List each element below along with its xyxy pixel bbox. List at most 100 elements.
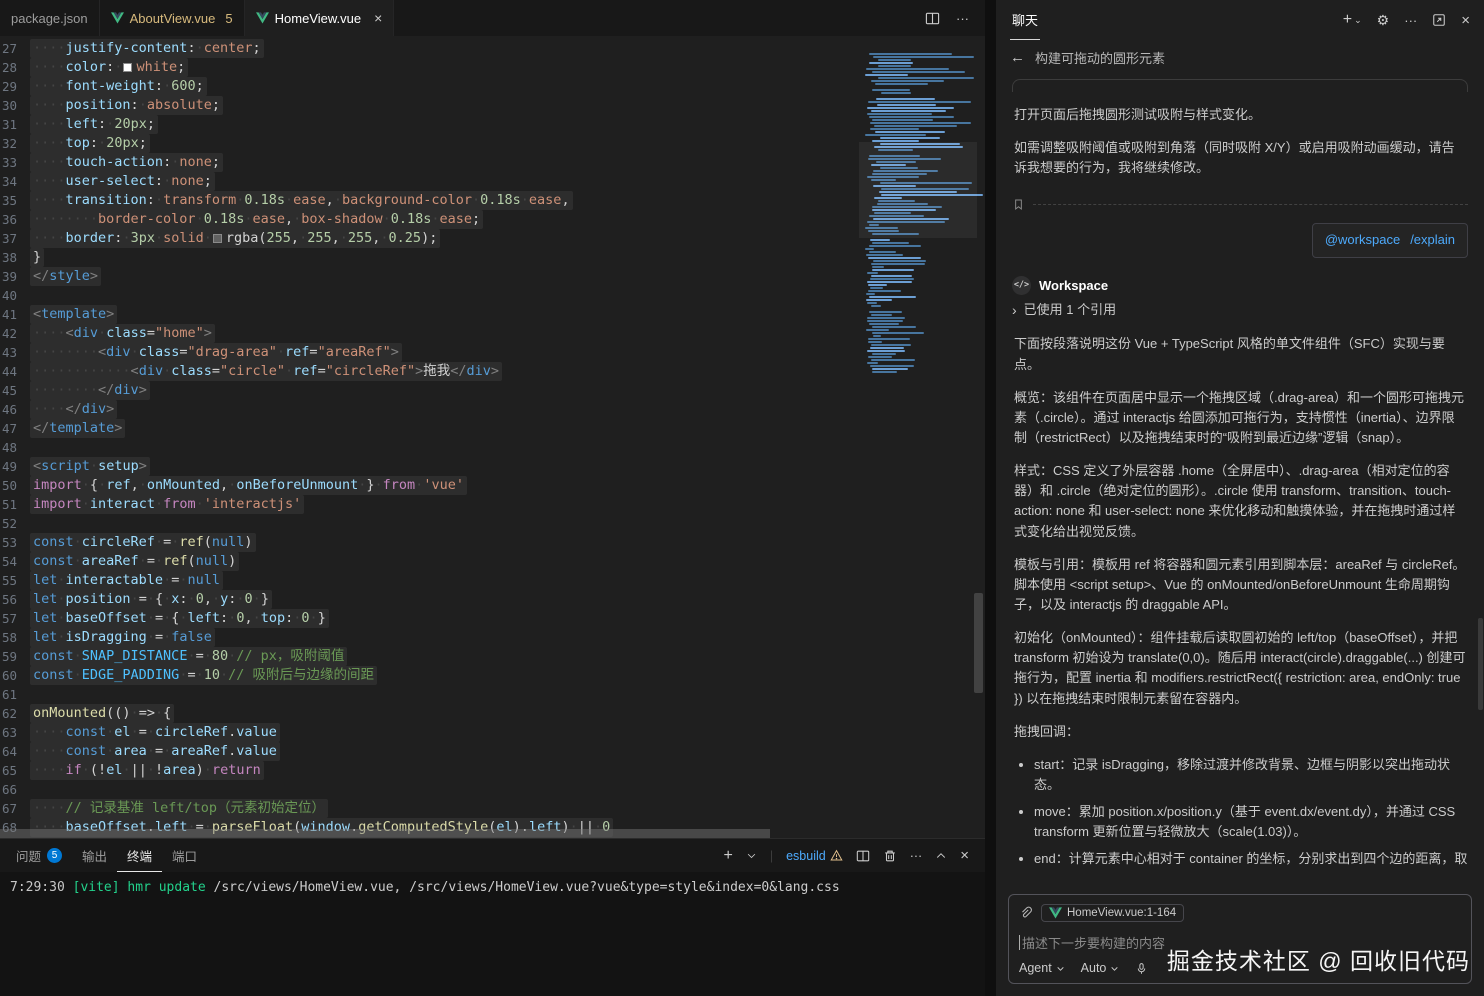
maximize-panel-icon[interactable] [935,850,947,862]
terminal-actions: + | esbuild ··· [724,839,979,872]
scrollbar-thumb[interactable] [0,829,770,838]
code-line[interactable]: 61 [0,685,845,704]
code-line[interactable]: 35····transition:·transform·0.18s·ease,·… [0,191,845,210]
code-line[interactable]: 51import·interact·from·'interactjs' [0,495,845,514]
code-line[interactable]: 53const·circleRef·=·ref(null) [0,533,845,552]
panel-more-icon[interactable]: ··· [910,849,923,863]
code-line[interactable]: 57let·baseOffset·=·{·left:·0,·top:·0·} [0,609,845,628]
chat-more-icon[interactable]: ··· [1404,13,1417,28]
code-line[interactable]: 33····touch-action:·none; [0,153,845,172]
minimap-slider[interactable] [859,142,977,238]
tab-package-json[interactable]: package.json [0,0,100,36]
attach-context-paperclip-icon[interactable] [1019,906,1033,920]
code-line[interactable]: 37····border:·3px·solid·rgba(255,·255,·2… [0,229,845,248]
mode-dropdown[interactable]: Agent [1019,961,1065,975]
code-line[interactable]: 36········border-color·0.18s·ease,·box-s… [0,210,845,229]
new-terminal-icon[interactable]: + [724,847,733,865]
code-line[interactable]: 29····font-weight:·600; [0,77,845,96]
references-toggle[interactable]: › 已使用 1 个引用 [1012,300,1468,322]
line-number: 65 [0,761,30,780]
back-arrow-icon[interactable]: ← [1010,49,1025,66]
code-line[interactable]: 45········</div> [0,381,845,400]
editor-horizontal-scrollbar[interactable] [0,829,985,838]
chat-scrollbar[interactable] [1478,618,1483,710]
code-line[interactable]: 59const·SNAP_DISTANCE·=·80·// px，吸附阈值 [0,647,845,666]
tab-aboutview-vue[interactable]: AboutView.vue 5 [100,0,245,36]
code-line[interactable]: 56let·position·=·{·x:·0,·y:·0·} [0,590,845,609]
workspace-mention-link[interactable]: @workspace [1325,230,1400,250]
code-line[interactable]: 32····top:·20px; [0,134,845,153]
split-terminal-icon[interactable] [856,849,870,863]
code-line[interactable]: 55let·interactable·=·null [0,571,845,590]
code-line[interactable]: 58let·isDragging·=·false [0,628,845,647]
code-line[interactable]: 48 [0,438,845,457]
code-line[interactable]: 66 [0,780,845,799]
tab-label: package.json [11,11,88,26]
code-line[interactable]: 49<script·setup> [0,457,845,476]
chat-input-box[interactable]: HomeView.vue:1-164 描述下一步要构建的内容 Agent Aut… [1008,894,1472,984]
minimap[interactable] [865,50,969,386]
model-dropdown[interactable]: Auto [1081,961,1120,975]
editor-vertical-scrollbar[interactable] [974,593,983,693]
chat-input-field[interactable]: 描述下一步要构建的内容 [1019,933,1461,952]
kill-terminal-icon[interactable] [883,849,897,863]
code-line[interactable]: 63····const·el·=·circleRef.value [0,723,845,742]
user-message-bubble[interactable]: @workspace /explain [1312,223,1468,257]
new-chat-button[interactable]: +⌄ [1343,11,1362,29]
open-chat-in-editor-icon[interactable] [1432,13,1446,27]
code-line[interactable]: 43········<div·class="drag-area"·ref="ar… [0,343,845,362]
editor-chat-sash[interactable] [985,0,996,996]
bookmark-icon[interactable] [1012,198,1025,211]
code-line[interactable]: 67····// 记录基准 left/top（元素初始定位） [0,799,845,818]
panel-tab-terminal[interactable]: 终端 [117,839,162,872]
terminal-output[interactable]: 7:29:30 [vite] hmr update /src/views/Hom… [0,872,985,996]
code-line[interactable]: 40 [0,286,845,305]
code-line[interactable]: 44············<div·class="circle"·ref="c… [0,362,845,381]
code-line[interactable]: 65····if·(!el·||·!area)·return [0,761,845,780]
close-tab-icon[interactable]: × [374,11,382,25]
code-line[interactable]: 27····justify-content:·center; [0,39,845,58]
code-line[interactable]: 60const·EDGE_PADDING·=·10·// 吸附后与边缘的间距 [0,666,845,685]
chat-panel-title[interactable]: 聊天 [1010,0,1040,40]
voice-input-mic-icon[interactable] [1135,962,1148,975]
code-line[interactable]: 28····color:·white; [0,58,845,77]
code-line[interactable]: 50import·{·ref,·onMounted,·onBeforeUnmou… [0,476,845,495]
more-actions-icon[interactable]: ··· [956,11,969,26]
tab-homeview-vue[interactable]: HomeView.vue × [245,0,395,36]
code-line[interactable]: 34····user-select:·none; [0,172,845,191]
code-editor[interactable]: 27····justify-content:·center;28····colo… [0,36,985,838]
line-number: 66 [0,780,30,799]
chat-header: 聊天 +⌄ ⚙ ··· × [996,0,1484,40]
split-editor-icon[interactable] [925,11,940,26]
code-line[interactable]: 30····position:·absolute; [0,96,845,115]
context-file-chip[interactable]: HomeView.vue:1-164 [1041,904,1184,922]
close-chat-icon[interactable]: × [1461,12,1470,29]
explain-command-link[interactable]: /explain [1410,230,1455,250]
code-line[interactable]: 64····const·area·=·areaRef.value [0,742,845,761]
line-number: 50 [0,476,30,495]
chat-conversation[interactable]: 打开页面后拖拽圆形测试吸附与样式变化。 如需调整吸附阈值或吸附到角落（同时吸附 … [996,71,1484,886]
code-line[interactable]: 62onMounted(()·=>·{ [0,704,845,723]
line-number: 49 [0,457,30,476]
code-line[interactable]: 52 [0,514,845,533]
code-line[interactable]: 47</template> [0,419,845,438]
code-line[interactable]: 46····</div> [0,400,845,419]
panel-tab-problems[interactable]: 问题 5 [6,839,72,872]
terminal-timestamp: 7:29:30 [10,880,65,895]
code-line[interactable]: 42····<div·class="home"> [0,324,845,343]
code-line[interactable]: 39</style> [0,267,845,286]
code-viewport[interactable]: 27····justify-content:·center;28····colo… [0,36,845,837]
code-line[interactable]: 54const·areaRef·=·ref(null) [0,552,845,571]
close-panel-icon[interactable]: × [960,847,969,864]
code-line[interactable]: 41<template> [0,305,845,324]
panel-tab-label: 输出 [82,846,107,865]
line-number: 54 [0,552,30,571]
code-line[interactable]: 38} [0,248,845,267]
active-terminal-name[interactable]: esbuild [786,849,843,863]
chat-settings-gear-icon[interactable]: ⚙ [1377,12,1390,29]
panel-tab-ports[interactable]: 端口 [162,839,207,872]
tab-problem-count: 5 [225,11,232,26]
panel-tab-output[interactable]: 输出 [72,839,117,872]
code-line[interactable]: 31····left:·20px; [0,115,845,134]
terminal-profile-chevron-icon[interactable] [746,850,757,861]
